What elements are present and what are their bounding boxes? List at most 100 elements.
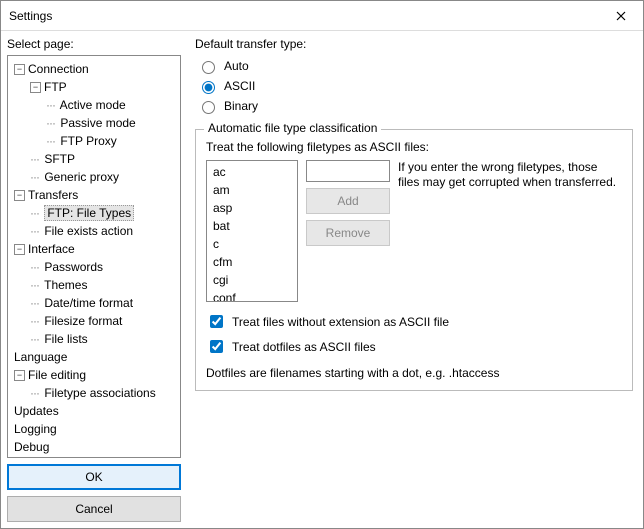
settings-tree[interactable]: −Connection−FTP··· Active mode··· Passiv…	[7, 55, 181, 458]
tree-item[interactable]: ··· File exists action	[10, 222, 178, 240]
select-page-label: Select page:	[7, 37, 181, 51]
settings-window: Settings Select page: −Connection−FTP···…	[0, 0, 644, 529]
extension-item[interactable]: conf	[213, 289, 297, 302]
tree-item[interactable]: Updates	[10, 402, 178, 420]
tree-branch-glyph: ···	[30, 260, 39, 274]
tree-item[interactable]: Debug	[10, 438, 178, 456]
tree-branch-glyph: ···	[30, 386, 39, 400]
left-pane: Select page: −Connection−FTP··· Active m…	[1, 31, 187, 528]
remove-button[interactable]: Remove	[306, 220, 390, 246]
tree-item[interactable]: ··· SFTP	[10, 150, 178, 168]
expand-icon[interactable]: −	[14, 190, 25, 201]
expand-icon[interactable]: −	[14, 370, 25, 381]
cancel-button[interactable]: Cancel	[7, 496, 181, 522]
tree-item[interactable]: ··· FTP: File Types	[10, 204, 178, 222]
tree-item[interactable]: ··· Date/time format	[10, 294, 178, 312]
tree-item[interactable]: −File editing	[10, 366, 178, 384]
tree-item-label: Interface	[28, 242, 75, 256]
expand-icon[interactable]: −	[14, 64, 25, 75]
transfer-binary-radio[interactable]	[202, 101, 215, 114]
transfer-ascii-label: ASCII	[224, 79, 255, 93]
tree-branch-glyph: ···	[46, 98, 55, 112]
check-dotfiles-label: Treat dotfiles as ASCII files	[232, 340, 376, 354]
tree-item[interactable]: ··· Filetype associations	[10, 384, 178, 402]
filetype-hint: If you enter the wrong filetypes, those …	[398, 160, 622, 302]
tree-item-label: Language	[14, 350, 67, 364]
tree-item-label: SFTP	[44, 152, 75, 166]
tree-item[interactable]: ··· Filesize format	[10, 312, 178, 330]
new-extension-input[interactable]	[306, 160, 390, 182]
check-dotfiles-row[interactable]: Treat dotfiles as ASCII files	[206, 337, 622, 356]
add-button[interactable]: Add	[306, 188, 390, 214]
check-no-ext-label: Treat files without extension as ASCII f…	[232, 315, 449, 329]
transfer-ascii-row[interactable]: ASCII	[197, 77, 633, 95]
extension-item[interactable]: asp	[213, 199, 297, 217]
tree-item[interactable]: ··· Passive mode	[10, 114, 178, 132]
tree-branch-glyph: ···	[30, 278, 39, 292]
tree-item-label: Filesize format	[44, 314, 122, 328]
tree-item-label: Active mode	[60, 98, 126, 112]
tree-item[interactable]: ··· Active mode	[10, 96, 178, 114]
tree-item-label: Passwords	[44, 260, 103, 274]
transfer-type-heading: Default transfer type:	[195, 37, 633, 51]
transfer-binary-row[interactable]: Binary	[197, 97, 633, 115]
extension-item[interactable]: cfm	[213, 253, 297, 271]
tree-item[interactable]: ··· Themes	[10, 276, 178, 294]
extension-list[interactable]: acamaspbatccfmcgiconf	[206, 160, 298, 302]
ok-button[interactable]: OK	[7, 464, 181, 490]
tree-item-label: Updates	[14, 404, 59, 418]
titlebar: Settings	[1, 1, 643, 31]
window-title: Settings	[9, 9, 52, 23]
tree-item-label: Logging	[14, 422, 57, 436]
tree-item[interactable]: −Transfers	[10, 186, 178, 204]
transfer-auto-radio[interactable]	[202, 61, 215, 74]
transfer-auto-label: Auto	[224, 59, 249, 73]
tree-item-label: FTP Proxy	[60, 134, 116, 148]
dotfiles-note: Dotfiles are filenames starting with a d…	[206, 366, 622, 380]
tree-item[interactable]: Logging	[10, 420, 178, 438]
tree-item[interactable]: Language	[10, 348, 178, 366]
tree-item[interactable]: ··· Passwords	[10, 258, 178, 276]
tree-item-label: Themes	[44, 278, 87, 292]
tree-item-label: File exists action	[44, 224, 133, 238]
tree-branch-glyph: ···	[30, 170, 39, 184]
tree-branch-glyph: ···	[30, 332, 39, 346]
transfer-binary-label: Binary	[224, 99, 258, 113]
transfer-ascii-radio[interactable]	[202, 81, 215, 94]
tree-item[interactable]: −FTP	[10, 78, 178, 96]
tree-item-label: FTP	[44, 80, 67, 94]
tree-item[interactable]: ··· Generic proxy	[10, 168, 178, 186]
tree-item-label: FTP: File Types	[44, 205, 134, 221]
tree-branch-glyph: ···	[30, 224, 39, 238]
check-no-ext-row[interactable]: Treat files without extension as ASCII f…	[206, 312, 622, 331]
tree-item-label: Generic proxy	[44, 170, 119, 184]
tree-item-label: Passive mode	[60, 116, 135, 130]
tree-item-label: Debug	[14, 440, 49, 454]
right-pane: Default transfer type: Auto ASCII Binary…	[187, 31, 643, 528]
extension-item[interactable]: bat	[213, 217, 297, 235]
tree-item[interactable]: ··· File lists	[10, 330, 178, 348]
close-icon	[616, 11, 626, 21]
tree-branch-glyph: ···	[46, 134, 55, 148]
classification-legend: Automatic file type classification	[204, 121, 381, 135]
tree-item-label: Date/time format	[44, 296, 133, 310]
expand-icon[interactable]: −	[30, 82, 41, 93]
close-button[interactable]	[598, 1, 643, 31]
tree-item-label: File lists	[44, 332, 87, 346]
extension-item[interactable]: am	[213, 181, 297, 199]
check-dotfiles[interactable]	[210, 340, 223, 353]
tree-item[interactable]: −Connection	[10, 60, 178, 78]
extension-item[interactable]: ac	[213, 163, 297, 181]
transfer-auto-row[interactable]: Auto	[197, 57, 633, 75]
tree-branch-glyph: ···	[30, 152, 39, 166]
tree-item[interactable]: −Interface	[10, 240, 178, 258]
extension-item[interactable]: cgi	[213, 271, 297, 289]
tree-branch-glyph: ···	[30, 314, 39, 328]
tree-branch-glyph: ···	[30, 296, 39, 310]
expand-icon[interactable]: −	[14, 244, 25, 255]
extension-item[interactable]: c	[213, 235, 297, 253]
classification-fieldset: Automatic file type classification Treat…	[195, 129, 633, 391]
tree-branch-glyph: ···	[46, 116, 55, 130]
tree-item[interactable]: ··· FTP Proxy	[10, 132, 178, 150]
check-no-ext[interactable]	[210, 315, 223, 328]
